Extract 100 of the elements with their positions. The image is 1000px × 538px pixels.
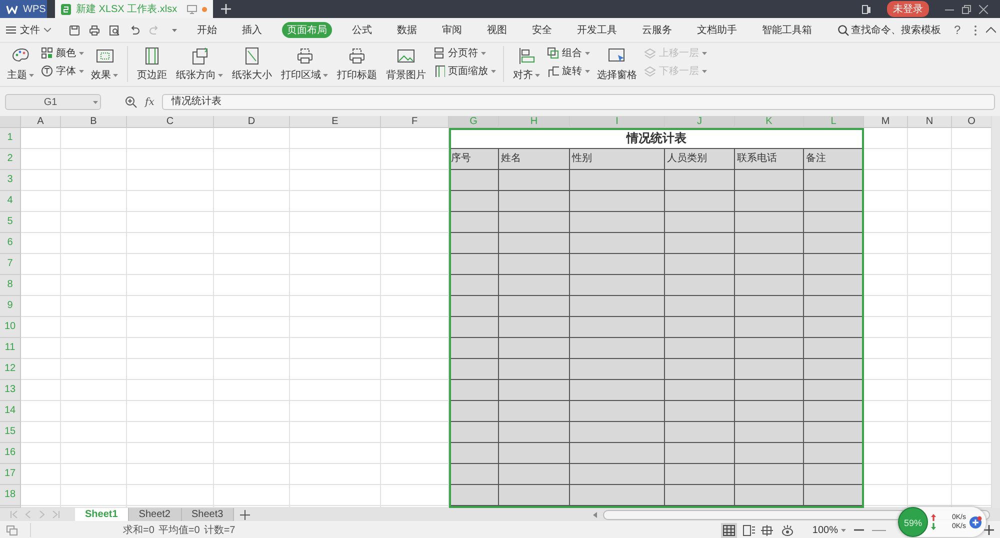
- grid-cell[interactable]: [381, 170, 449, 191]
- macro-icon[interactable]: [6, 524, 18, 536]
- app-tab[interactable]: WPS: [0, 0, 47, 18]
- grid-cell[interactable]: [381, 233, 449, 254]
- grid-cell[interactable]: [908, 149, 952, 170]
- grid-cell[interactable]: [214, 254, 290, 275]
- redo-icon[interactable]: [149, 24, 160, 36]
- grid-cell[interactable]: [290, 149, 381, 170]
- grid-cell[interactable]: [61, 296, 127, 317]
- grid-cell[interactable]: [214, 380, 290, 401]
- grid-cell[interactable]: [381, 359, 449, 380]
- grid-cell[interactable]: [290, 443, 381, 464]
- grid-cell[interactable]: [127, 149, 214, 170]
- grid-cell[interactable]: [864, 485, 908, 506]
- menu-tab[interactable]: 开发工具: [572, 22, 622, 38]
- grid-cell[interactable]: [214, 128, 290, 149]
- help-button[interactable]: ?: [954, 23, 961, 37]
- grid-cell[interactable]: [61, 359, 127, 380]
- grid-cell[interactable]: [290, 233, 381, 254]
- grid-cell[interactable]: [908, 191, 952, 212]
- column-header[interactable]: D: [214, 116, 290, 128]
- grid-cell[interactable]: [908, 485, 952, 506]
- grid-cell[interactable]: [908, 338, 952, 359]
- grid-cell[interactable]: [127, 128, 214, 149]
- menu-tab[interactable]: 开始: [192, 22, 222, 38]
- collapse-icon[interactable]: [986, 27, 996, 33]
- column-header[interactable]: C: [127, 116, 214, 128]
- ribbon-button[interactable]: 纸张大小: [230, 46, 274, 83]
- grid-cell[interactable]: [908, 296, 952, 317]
- grid-cell[interactable]: [290, 296, 381, 317]
- grid-cell[interactable]: [127, 485, 214, 506]
- name-box[interactable]: G1: [5, 94, 101, 110]
- eye-protection-icon[interactable]: [781, 524, 794, 536]
- grid-cell[interactable]: [214, 317, 290, 338]
- grid-cell[interactable]: [61, 233, 127, 254]
- menu-tab[interactable]: 公式: [347, 22, 377, 38]
- grid-cell[interactable]: [864, 149, 908, 170]
- grid-cell[interactable]: [908, 275, 952, 296]
- next-sheet-icon[interactable]: [38, 510, 46, 519]
- grid-cell[interactable]: [127, 254, 214, 275]
- grid-cell[interactable]: [908, 464, 952, 485]
- ribbon-button[interactable]: 背景图片: [384, 46, 428, 83]
- sheet-tab[interactable]: Sheet2: [128, 508, 182, 521]
- grid-cell[interactable]: [214, 212, 290, 233]
- accelerate-icon[interactable]: [969, 516, 982, 528]
- function-label[interactable]: fx: [145, 96, 154, 108]
- file-menu[interactable]: 文件: [6, 23, 51, 37]
- grid-cell[interactable]: [290, 422, 381, 443]
- grid-cell[interactable]: [214, 485, 290, 506]
- grid-cell[interactable]: [908, 233, 952, 254]
- close-icon[interactable]: [979, 4, 988, 14]
- grid-cell[interactable]: [127, 443, 214, 464]
- grid-cell[interactable]: [21, 275, 61, 296]
- menu-tab[interactable]: 安全: [527, 22, 557, 38]
- grid-cell[interactable]: [61, 149, 127, 170]
- restore-icon[interactable]: [962, 4, 971, 14]
- grid-cell[interactable]: [21, 212, 61, 233]
- grid-cell[interactable]: [21, 170, 61, 191]
- grid-cell[interactable]: [21, 191, 61, 212]
- grid-cell[interactable]: [864, 212, 908, 233]
- grid-cell[interactable]: [381, 296, 449, 317]
- grid-cell[interactable]: [61, 464, 127, 485]
- grid-cell[interactable]: [908, 359, 952, 380]
- scroll-left-icon[interactable]: [593, 512, 597, 518]
- grid-cell[interactable]: [864, 443, 908, 464]
- menu-tab[interactable]: 视图: [482, 22, 512, 38]
- grid-cell[interactable]: [61, 191, 127, 212]
- grid-cell[interactable]: [864, 317, 908, 338]
- grid-cell[interactable]: [381, 464, 449, 485]
- grid-cell[interactable]: [864, 422, 908, 443]
- ribbon-button[interactable]: 旋转: [547, 64, 590, 78]
- grid-cell[interactable]: [908, 443, 952, 464]
- grid-cell[interactable]: [290, 380, 381, 401]
- ribbon-button[interactable]: 字体: [41, 64, 84, 78]
- new-tab-icon[interactable]: [221, 4, 231, 14]
- grid-cell[interactable]: [21, 233, 61, 254]
- normal-view-icon[interactable]: [723, 524, 736, 536]
- grid-cell[interactable]: [61, 170, 127, 191]
- grid-cell[interactable]: [214, 170, 290, 191]
- grid-cell[interactable]: [290, 128, 381, 149]
- print-preview-icon[interactable]: [109, 24, 120, 36]
- grid-cell[interactable]: [214, 149, 290, 170]
- grid-cell[interactable]: [864, 275, 908, 296]
- ribbon-button[interactable]: 纸张方向: [174, 46, 225, 83]
- grid-cell[interactable]: [127, 317, 214, 338]
- grid-cell[interactable]: [61, 338, 127, 359]
- grid-cell[interactable]: [381, 401, 449, 422]
- menu-tab[interactable]: 云服务: [637, 22, 677, 38]
- add-sheet-icon[interactable]: [240, 510, 250, 520]
- ribbon-button[interactable]: 打印标题: [335, 46, 379, 83]
- grid-cell[interactable]: [61, 380, 127, 401]
- grid-cell[interactable]: [21, 296, 61, 317]
- ribbon-button[interactable]: 页边距: [135, 46, 169, 83]
- grid-cell[interactable]: [21, 254, 61, 275]
- grid-cell[interactable]: [908, 212, 952, 233]
- ribbon-button[interactable]: 打印区域: [279, 46, 330, 83]
- ribbon-button[interactable]: 分页符: [433, 46, 496, 60]
- grid-cell[interactable]: [864, 191, 908, 212]
- grid-cell[interactable]: [290, 464, 381, 485]
- grid-cell[interactable]: [61, 212, 127, 233]
